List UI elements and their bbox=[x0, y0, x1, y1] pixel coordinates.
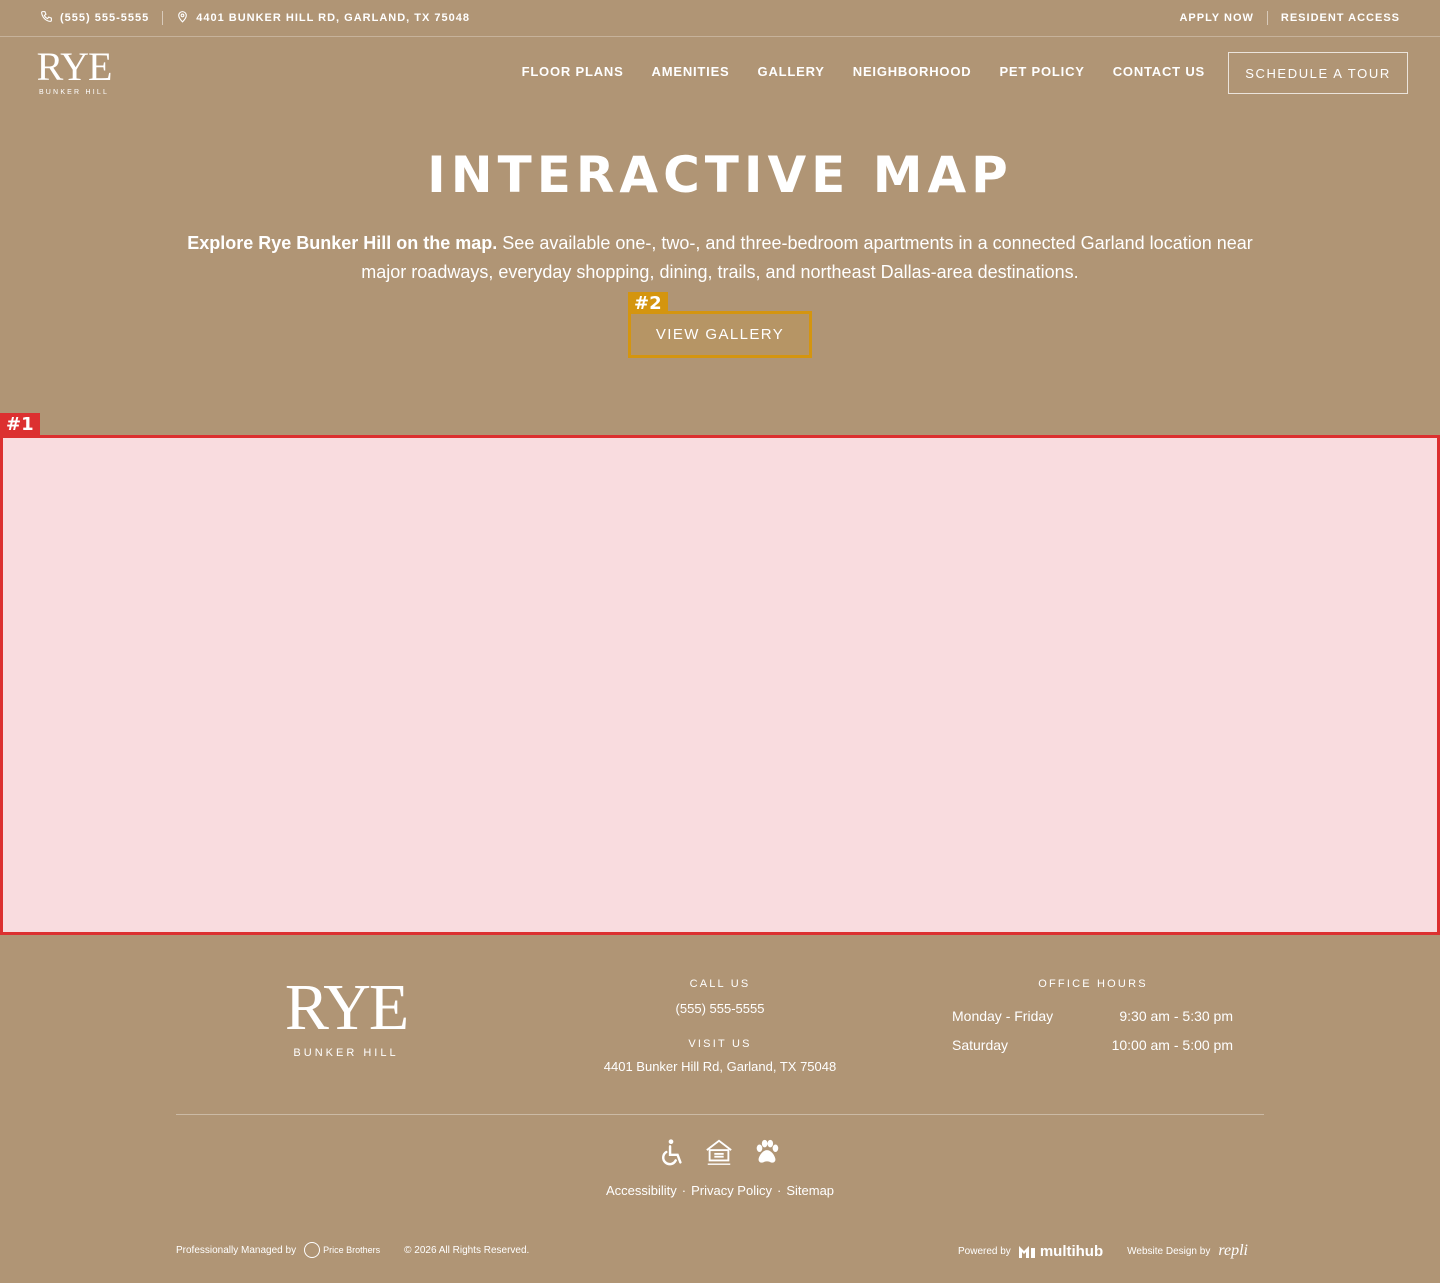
hours-day: Saturday bbox=[952, 1037, 1009, 1053]
brand-logo[interactable]: RYE BUNKER HILL bbox=[31, 47, 117, 99]
footer-badges bbox=[656, 1137, 782, 1172]
visit-us-label: Visit Us bbox=[688, 1038, 752, 1050]
call-us-label: Call Us bbox=[689, 978, 751, 990]
price-brothers-icon bbox=[304, 1242, 321, 1258]
utility-bar: (555) 555-5555 4401 Bunker Hill Rd, Garl… bbox=[0, 0, 1440, 37]
interactive-map[interactable] bbox=[0, 435, 1440, 935]
price-brothers-logo[interactable]: Price Brothers bbox=[304, 1242, 380, 1258]
multihub-icon bbox=[1018, 1246, 1035, 1258]
resident-access-link[interactable]: Resident Access bbox=[1281, 12, 1400, 24]
managed-by: Professionally Managed by Price Brothers… bbox=[176, 1242, 529, 1258]
separator: · bbox=[681, 1183, 687, 1198]
phone-icon bbox=[40, 10, 60, 26]
accessibility-link[interactable]: Accessibility bbox=[606, 1183, 677, 1198]
footer-logo-sub: BUNKER HILL bbox=[293, 1047, 399, 1059]
hours-time: 9:30 am - 5:30 pm bbox=[1119, 1008, 1233, 1024]
footer-divider bbox=[176, 1114, 1264, 1115]
pet-paw-icon bbox=[752, 1137, 782, 1172]
footer-logo-word: RYE bbox=[284, 971, 409, 1044]
footer-contact: Call Us (555) 555-5555 Visit Us 4401 Bun… bbox=[570, 978, 870, 1074]
hours-row: Monday - Friday 9:30 am - 5:30 pm bbox=[952, 1006, 1233, 1035]
divider bbox=[1266, 11, 1268, 25]
page-title: Interactive Map bbox=[427, 146, 1013, 204]
hours-row: Saturday 10:00 am - 5:00 pm bbox=[952, 1035, 1233, 1064]
multihub-name: multihub bbox=[1039, 1242, 1104, 1260]
address-link[interactable]: 4401 Bunker Hill Rd, Garland, TX 75048 bbox=[196, 12, 470, 24]
nav-item-contact-us[interactable]: Contact Us bbox=[1113, 64, 1205, 79]
schedule-tour-button[interactable]: Schedule a Tour bbox=[1228, 52, 1408, 94]
footer-phone-link[interactable]: (555) 555-5555 bbox=[570, 1001, 870, 1016]
annotation-tag-1: #1 bbox=[0, 413, 40, 436]
phone-link[interactable]: (555) 555-5555 bbox=[60, 12, 149, 24]
office-hours-list: Monday - Friday 9:30 am - 5:30 pm Saturd… bbox=[952, 1006, 1233, 1064]
privacy-policy-link[interactable]: Privacy Policy bbox=[691, 1183, 772, 1198]
accessibility-icon bbox=[656, 1137, 686, 1172]
nav-item-amenities[interactable]: Amenities bbox=[652, 64, 730, 79]
powered-by-label: Powered by bbox=[958, 1245, 1011, 1257]
nav-item-pet-policy[interactable]: Pet Policy bbox=[999, 64, 1084, 79]
footer-links: Accessibility · Privacy Policy · Sitemap bbox=[0, 1183, 1440, 1198]
footer-logo: RYE BUNKER HILL bbox=[276, 971, 416, 1060]
utility-bar-left: (555) 555-5555 4401 Bunker Hill Rd, Garl… bbox=[40, 10, 470, 26]
footer-address-link[interactable]: 4401 Bunker Hill Rd, Garland, TX 75048 bbox=[570, 1059, 870, 1074]
copyright: © 2026 All Rights Reserved. bbox=[404, 1244, 530, 1256]
brand-logo-word: RYE bbox=[36, 44, 113, 89]
view-gallery-button[interactable]: View Gallery bbox=[628, 311, 812, 358]
utility-bar-right: Apply Now Resident Access bbox=[1179, 10, 1400, 26]
nav-item-neighborhood[interactable]: Neighborhood bbox=[853, 64, 972, 79]
multihub-logo[interactable]: multihub bbox=[1018, 1242, 1104, 1260]
nav-item-gallery[interactable]: Gallery bbox=[758, 64, 825, 79]
nav-item-floor-plans[interactable]: Floor Plans bbox=[522, 64, 624, 79]
location-pin-icon bbox=[176, 10, 196, 26]
hours-time: 10:00 am - 5:00 pm bbox=[1111, 1037, 1233, 1053]
footer-hours-heading: Office Hours bbox=[943, 978, 1243, 990]
hero-lead: Explore Rye Bunker Hill on the map. bbox=[187, 233, 498, 253]
hero-description: Explore Rye Bunker Hill on the map. See … bbox=[170, 229, 1270, 287]
hours-day: Monday - Friday bbox=[952, 1008, 1054, 1024]
price-brothers-name: Price Brothers bbox=[323, 1245, 381, 1255]
office-hours-label: Office Hours bbox=[1038, 978, 1148, 990]
powered-by: Powered by multihub Website Design by re… bbox=[958, 1242, 1248, 1260]
sitemap-link[interactable]: Sitemap bbox=[786, 1183, 834, 1198]
separator: · bbox=[777, 1183, 782, 1198]
managed-by-label: Professionally Managed by bbox=[176, 1244, 297, 1256]
design-by-label: Website Design by bbox=[1127, 1245, 1211, 1257]
main-nav: Floor Plans Amenities Gallery Neighborho… bbox=[522, 64, 1205, 79]
divider bbox=[162, 11, 164, 25]
repli-logo[interactable]: repli bbox=[1218, 1242, 1248, 1260]
equal-housing-icon bbox=[704, 1137, 734, 1172]
brand-logo-sub: BUNKER HILL bbox=[38, 89, 110, 96]
apply-now-link[interactable]: Apply Now bbox=[1179, 12, 1253, 24]
